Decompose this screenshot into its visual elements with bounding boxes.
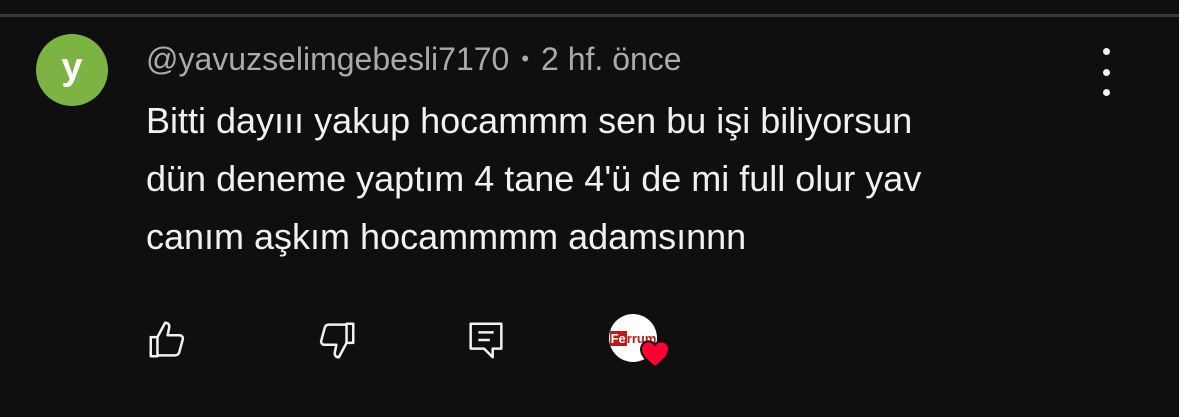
comment-meta: @yavuzselimgebesli7170 • 2 hf. önce bbox=[146, 38, 682, 80]
kebab-dot bbox=[1102, 68, 1110, 76]
dislike-button[interactable] bbox=[310, 314, 362, 366]
comment-text: Bitti dayııı yakup hocammm sen bu işi bi… bbox=[146, 92, 1136, 266]
reply-button[interactable] bbox=[460, 314, 512, 366]
meta-separator: • bbox=[521, 46, 530, 71]
author-avatar[interactable]: y bbox=[36, 34, 108, 106]
reply-comment-icon bbox=[469, 322, 503, 359]
thumb-up-icon bbox=[149, 321, 185, 358]
thumb-down-icon bbox=[319, 322, 355, 359]
creator-heart-badge: Ferrum bbox=[607, 314, 673, 372]
comment-line: canım aşkım hocammmm adamsınnn bbox=[146, 216, 747, 257]
kebab-dot bbox=[1102, 48, 1110, 55]
author-handle[interactable]: @yavuzselimgebesli7170 bbox=[146, 41, 509, 78]
heart-icon bbox=[639, 340, 671, 368]
comment-timestamp: 2 hf. önce bbox=[541, 40, 682, 77]
like-button[interactable] bbox=[142, 314, 194, 366]
comment-page: y @yavuzselimgebesli7170 • 2 hf. önce Bi… bbox=[0, 0, 1179, 417]
comment-line: Bitti dayııı yakup hocammm sen bu işi bi… bbox=[146, 100, 913, 141]
more-options-icon[interactable] bbox=[1088, 48, 1124, 96]
comment-line: dün deneme yaptım 4 tane 4'ü de mi full … bbox=[146, 158, 922, 199]
top-divider bbox=[0, 14, 1179, 17]
